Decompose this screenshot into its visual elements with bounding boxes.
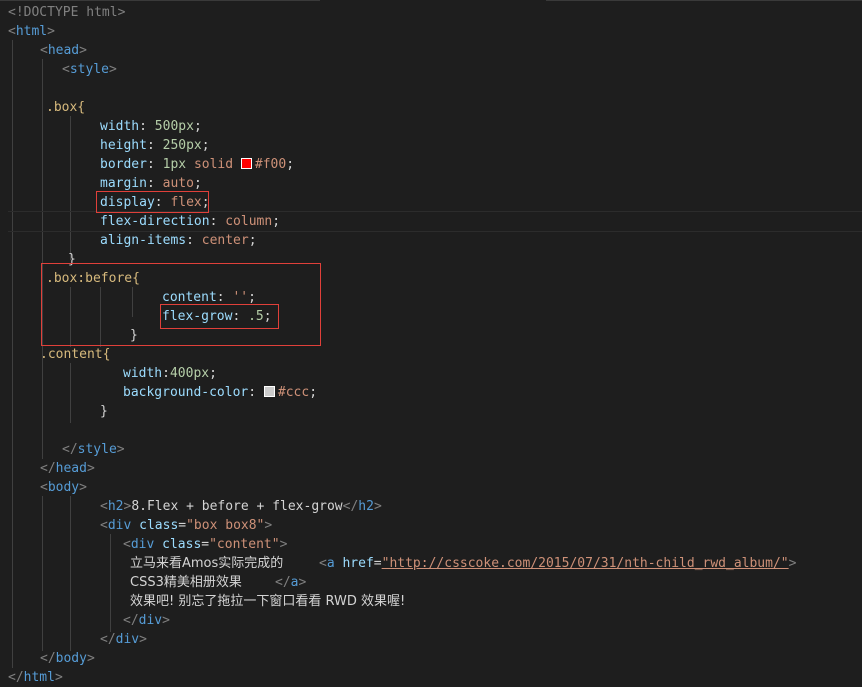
code-line-26: <body> (40, 480, 87, 495)
code-line-2: <html> (8, 24, 55, 39)
code-line-8: height: 250px; (100, 138, 210, 153)
code-line-9: border: 1px solid #f00; (100, 157, 295, 172)
code-line-32: 效果吧! 别忘了拖拉一下窗口看看 RWD 效果喔! (130, 594, 406, 609)
code-line-3: <head> (40, 43, 87, 58)
indent-guide (12, 40, 13, 668)
code-line-29: <div class="content"> (123, 537, 288, 552)
code-line-6: .box{ (46, 100, 86, 115)
code-line-20: width:400px; (123, 366, 217, 381)
indent-guide (42, 59, 43, 459)
code-line-24: </style> (62, 442, 125, 457)
code-line-12: flex-direction: column; (100, 214, 281, 229)
code-line-28: <div class="box box8"> (100, 518, 273, 533)
code-line-7: width: 500px; (100, 119, 202, 134)
code-line-34: </div> (100, 632, 147, 647)
indent-guide (110, 534, 111, 632)
top-border (0, 0, 320, 1)
code-line-36: </html> (8, 670, 63, 685)
code-line-31: CSS3精美相册效果 (130, 575, 242, 590)
highlight-box-display-flex (96, 191, 209, 213)
code-line-31-close: </a> (275, 575, 307, 590)
code-line-19: .content{ (40, 347, 111, 362)
code-line-4: <style> (62, 62, 117, 77)
code-line-1: <!DOCTYPE html> (8, 5, 126, 20)
code-editor[interactable]: <!DOCTYPE html> <html> <head> <style> .b… (0, 0, 862, 685)
code-line-27: <h2>8.Flex + before + flex-grow</h2> (100, 499, 382, 514)
indent-guide (70, 363, 71, 423)
code-line-33: </div> (123, 613, 170, 628)
top-border (546, 0, 862, 1)
indent-guide (42, 496, 43, 651)
highlight-box-flex-grow (160, 304, 279, 329)
indent-guide (70, 116, 71, 260)
code-line-13: align-items: center; (100, 233, 257, 248)
code-line-22: } (100, 404, 108, 419)
indent-guide (70, 496, 71, 651)
code-line-30-link[interactable]: <a href="http://csscoke.com/2015/07/31/n… (319, 554, 796, 573)
color-swatch-red[interactable] (240, 158, 252, 169)
color-swatch-gray[interactable] (263, 386, 275, 397)
code-line-30: 立马来看Amos实际完成的 (130, 556, 284, 571)
code-line-35: </body> (40, 651, 95, 666)
code-line-25: </head> (40, 461, 95, 476)
code-line-21: background-color: #ccc; (123, 385, 318, 400)
